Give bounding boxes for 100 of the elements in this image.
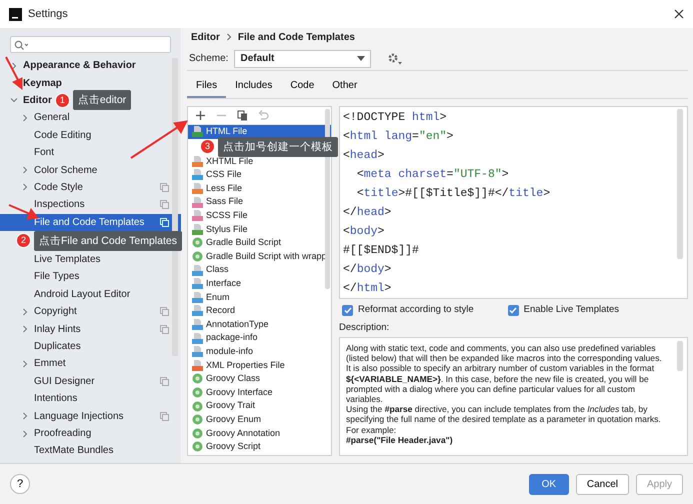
template-item[interactable]: Class	[188, 263, 331, 277]
search-field[interactable]	[10, 36, 171, 53]
template-item[interactable]: Gradle Build Script	[188, 236, 331, 250]
tree-item[interactable]: Emmet	[0, 355, 181, 373]
template-item[interactable]: XML Properties File	[188, 358, 331, 372]
step-number-badge: 2	[16, 233, 31, 248]
tab[interactable]: Includes	[226, 75, 282, 98]
tree-item[interactable]: Code Style	[0, 178, 181, 196]
expand-chevron-icon[interactable]	[21, 412, 29, 420]
tab[interactable]: Code	[281, 75, 324, 98]
groovy-file-icon	[192, 428, 203, 439]
code-editor[interactable]: <!DOCTYPE html> <html lang="en"> <head> <meta charset="UTF-8"> <title>#[[$Title$]]#</title> </head> <body> #[[$END$]]# </body> </html>	[339, 106, 688, 299]
file-type-icon	[192, 319, 203, 330]
tree-item[interactable]: File Types	[0, 268, 181, 286]
expand-chevron-icon[interactable]	[21, 360, 29, 368]
dropdown-arrow-icon	[357, 56, 366, 61]
copy-icon[interactable]	[237, 110, 248, 121]
template-item[interactable]: XHTML File	[188, 154, 331, 168]
add-icon[interactable]	[195, 110, 206, 121]
tree-item[interactable]: Copyright	[0, 303, 181, 320]
expand-chevron-icon[interactable]	[10, 62, 18, 70]
checkbox-label[interactable]: Enable Live Templates	[524, 302, 620, 318]
code-line: </head>	[343, 205, 392, 221]
code-line: <title>#[[$Title$]]#</title>	[356, 186, 552, 202]
gear-icon[interactable]	[387, 52, 404, 66]
expand-chevron-icon[interactable]	[21, 308, 29, 316]
template-item[interactable]: package-info	[188, 331, 331, 345]
file-type-icon	[192, 346, 203, 358]
file-type-icon	[192, 183, 203, 194]
close-icon[interactable]	[674, 9, 684, 19]
checkbox-label[interactable]: Reformat according to style	[358, 302, 474, 318]
tree-item[interactable]: Inlay Hints	[0, 320, 181, 338]
tree-item[interactable]: Font	[0, 144, 181, 162]
template-item[interactable]: Groovy Class	[188, 372, 331, 386]
scheme-dropdown[interactable]: Default	[234, 50, 372, 68]
file-type-icon	[192, 224, 203, 235]
code-line: <body>	[343, 224, 386, 240]
arrow	[5, 56, 22, 90]
checkbox[interactable]	[508, 304, 519, 316]
tree-item[interactable]: Inspections	[0, 196, 181, 214]
tree-item[interactable]: TextMate Bundles	[0, 442, 181, 460]
tree-item[interactable]: Appearance & Behavior	[0, 57, 181, 74]
template-item[interactable]: module-info	[188, 344, 331, 358]
breadcrumb-item: File and Code Templates	[238, 30, 355, 44]
window-title: Settings	[28, 6, 68, 22]
template-item[interactable]: Groovy Script	[188, 440, 331, 454]
template-item[interactable]: AnnotationType	[188, 318, 331, 332]
file-type-icon	[192, 210, 203, 222]
tree-item[interactable]: Language Injections	[0, 407, 181, 425]
groovy-file-icon	[192, 237, 203, 248]
tab[interactable]: Files	[187, 75, 226, 98]
template-item[interactable]: Groovy Enum	[188, 412, 331, 426]
scrollbar	[677, 341, 683, 371]
groovy-file-icon	[192, 373, 203, 384]
file-type-icon	[192, 332, 203, 344]
tab[interactable]: Other	[323, 75, 366, 98]
template-item[interactable]: Groovy Annotation	[188, 426, 331, 440]
step-number-badge: 1	[54, 92, 70, 108]
description-text: It is also possible to specify an arbitrary number of custom variables in the format ${<VARIABLE_NAME>}. In this case, before the new file is created, you will be prompted with a dialog where you can define particular values for all custom variables.	[346, 363, 656, 404]
groovy-file-icon	[192, 386, 203, 398]
tree-item[interactable]: File and Code Templates	[0, 214, 181, 231]
tree-item[interactable]: Intentions	[0, 390, 181, 408]
expand-chevron-icon[interactable]	[21, 430, 29, 438]
template-item[interactable]: Record	[188, 304, 331, 318]
callout-tooltip: 点击File and Code Templates	[34, 230, 182, 251]
template-item[interactable]: Enum	[188, 290, 331, 304]
template-item[interactable]: CSS File	[188, 168, 331, 182]
code-line: <!DOCTYPE html>	[343, 110, 448, 126]
template-item[interactable]: Less File	[188, 182, 331, 196]
file-type-icon	[192, 156, 203, 167]
tree-item[interactable]: Duplicates	[0, 338, 181, 356]
tree-item[interactable]: Code Editing	[0, 126, 181, 144]
tree-item[interactable]: GUI Designer	[0, 372, 181, 390]
tree-item[interactable]: Color Scheme	[0, 161, 181, 179]
tree-item[interactable]: Proofreading	[0, 424, 181, 442]
expand-chevron-icon[interactable]	[21, 114, 29, 122]
template-item[interactable]: Interface	[188, 276, 331, 291]
code-line: </html>	[343, 281, 392, 297]
search-icon	[14, 40, 28, 50]
collapse-chevron-icon[interactable]	[10, 96, 18, 104]
dialog-button[interactable]: Cancel	[576, 474, 629, 494]
template-item[interactable]: Stylus File	[188, 222, 331, 236]
template-item[interactable]: SCSS File	[188, 208, 331, 223]
template-item[interactable]: Groovy Interface	[188, 386, 331, 400]
dialog-button[interactable]: OK	[528, 474, 569, 494]
description-label: Description:	[339, 320, 390, 335]
tree-item[interactable]: Android Layout Editor	[0, 286, 181, 304]
tree-item[interactable]: Live Templates	[0, 250, 181, 268]
checkbox[interactable]	[342, 304, 353, 316]
expand-chevron-icon[interactable]	[21, 325, 29, 334]
file-type-icon	[192, 264, 203, 276]
file-type-icon	[192, 196, 203, 208]
tree-item[interactable]: Editor 1 点击editor	[0, 92, 181, 110]
tree-item[interactable]: General	[0, 109, 181, 127]
file-type-icon	[192, 292, 203, 303]
help-button[interactable]: ?	[10, 474, 30, 494]
arrow	[130, 120, 188, 159]
template-item[interactable]: Sass File	[188, 195, 331, 209]
tree-item[interactable]: Keymap	[0, 74, 181, 92]
template-item[interactable]: Groovy Trait	[188, 399, 331, 413]
